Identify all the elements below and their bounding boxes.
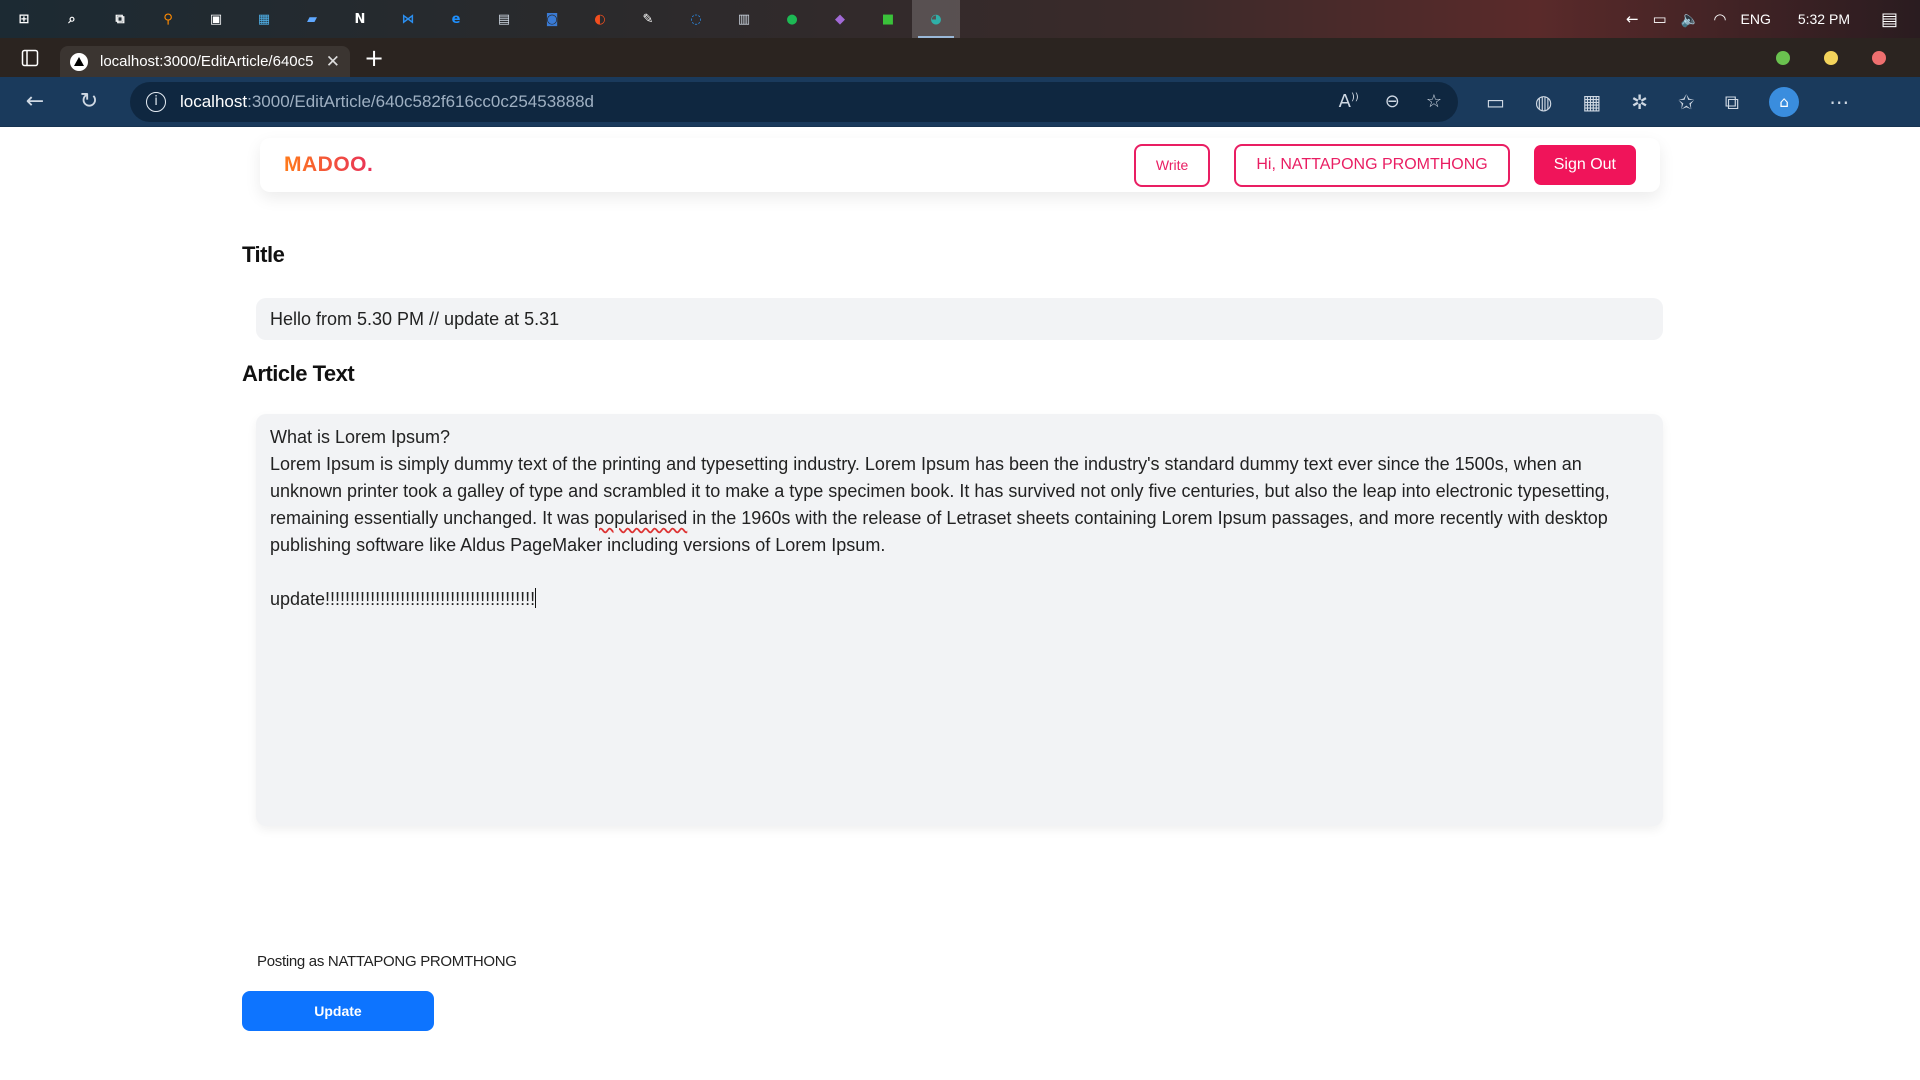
task-view-icon: ⧉	[115, 11, 125, 27]
site-header: MADOO. Write Hi, NATTAPONG PROMTHONG Sig…	[260, 138, 1660, 192]
taskbar-start-icon[interactable]: ⊞	[0, 0, 48, 38]
chevron-left-icon[interactable]: ←	[1626, 10, 1639, 28]
profile-avatar-icon[interactable]: ⌂	[1769, 86, 1800, 117]
update-text: update!!!!!!!!!!!!!!!!!!!!!!!!!!!!!!!!!!…	[270, 589, 536, 609]
editor-icon: ✎	[642, 11, 654, 27]
taskbar-notion-icon[interactable]: N	[336, 0, 384, 38]
text-heading: What is Lorem Ipsum?	[270, 427, 451, 447]
text-paragraph: Lorem Ipsum is simply dummy text of the …	[270, 451, 1649, 559]
write-button[interactable]: Write	[1133, 143, 1211, 187]
extension-app-icon[interactable]: ▦	[1582, 90, 1601, 114]
favorites-icon[interactable]: ✩	[1678, 90, 1695, 114]
notifications-icon[interactable]: ▤	[1881, 9, 1898, 30]
spotify-icon: ●	[786, 11, 798, 27]
taskbar-terminal2-icon[interactable]: ▤	[480, 0, 528, 38]
gamepad-icon: ◙	[545, 11, 559, 27]
calculator-icon: ▦	[257, 11, 271, 27]
window-dot-green[interactable]	[1776, 50, 1790, 65]
url-path: :3000/EditArticle/640c582f616cc0c2545388…	[247, 91, 594, 111]
line-icon: ■	[881, 11, 895, 27]
site-logo[interactable]: MADOO.	[284, 153, 373, 177]
taskbar-figma-icon[interactable]: ◐	[576, 0, 624, 38]
terminal-icon: ▣	[209, 11, 223, 27]
taskbar-apps: ⊞ ⌕ ⧉ ⚲ ▣ ▦ ▰ N ⋈ e ▤ ◙ ◐ ✎ ◌ ▥ ● ◆ ■ ◕	[0, 0, 960, 38]
taskbar-task-view-icon[interactable]: ⧉	[96, 0, 144, 38]
text-caret	[535, 588, 537, 608]
taskbar-visual-studio-icon[interactable]: ◆	[816, 0, 864, 38]
browser-tab-active[interactable]: localhost:3000/EditArticle/640c5 ✕	[60, 46, 350, 77]
taskbar-gamepad-icon[interactable]: ◙	[528, 0, 576, 38]
volume-icon[interactable]: 🔈	[1681, 10, 1700, 28]
misspelled-word: popularised	[594, 508, 688, 528]
title-input[interactable]: Hello from 5.30 PM // update at 5.31	[256, 298, 1663, 340]
browser-tab-strip: localhost:3000/EditArticle/640c5 ✕ +	[0, 38, 1920, 77]
nextjs-favicon-icon	[70, 52, 88, 71]
figma-icon: ◐	[594, 11, 606, 27]
battery-icon[interactable]: ▭	[1653, 10, 1667, 28]
sign-out-button[interactable]: Sign Out	[1533, 145, 1636, 185]
taskbar-folder-icon[interactable]: ▰	[288, 0, 336, 38]
wifi-icon[interactable]: ◠	[1713, 10, 1726, 28]
windows-taskbar: ⊞ ⌕ ⧉ ⚲ ▣ ▦ ▰ N ⋈ e ▤ ◙ ◐ ✎ ◌ ▥ ● ◆ ■ ◕ ← ▭ 🔈 ◠ ENG 5:32 PM…	[0, 0, 1920, 38]
taskbar-spotify-icon[interactable]: ●	[768, 0, 816, 38]
extensions-icon[interactable]: ✲	[1631, 90, 1648, 114]
read-aloud-icon[interactable]: A))	[1339, 91, 1359, 112]
text-update-line: update!!!!!!!!!!!!!!!!!!!!!!!!!!!!!!!!!!…	[270, 586, 1649, 613]
taskbar-terminal-icon[interactable]: ▣	[192, 0, 240, 38]
window-dot-yellow[interactable]	[1824, 50, 1838, 65]
search-app-icon: ⚲	[163, 11, 173, 27]
taskbar-editor-icon[interactable]: ✎	[624, 0, 672, 38]
title-label: Title	[242, 242, 285, 267]
taskbar-line-icon[interactable]: ■	[864, 0, 912, 38]
zoom-icon[interactable]: ⊖	[1385, 91, 1400, 112]
visual-studio-icon: ◆	[835, 11, 845, 27]
files-icon: ▥	[737, 11, 751, 27]
window-controls	[1776, 50, 1920, 65]
taskbar-search-app-icon[interactable]: ⚲	[144, 0, 192, 38]
tab-title: localhost:3000/EditArticle/640c5	[100, 53, 314, 70]
search-icon: ⌕	[68, 11, 76, 27]
vpn-globe-icon[interactable]: ◍	[1535, 90, 1552, 114]
update-button[interactable]: Update	[242, 991, 434, 1031]
add-favorite-icon[interactable]: ☆	[1426, 91, 1442, 112]
close-tab-icon[interactable]: ✕	[326, 52, 340, 72]
edge-icon: ◕	[930, 11, 942, 27]
taskbar-vscode-icon[interactable]: ⋈	[384, 0, 432, 38]
taskbar-files-icon[interactable]: ▥	[720, 0, 768, 38]
browser2-icon: ◌	[690, 11, 702, 27]
language-indicator[interactable]: ENG	[1741, 11, 1771, 27]
refresh-icon[interactable]: ↻	[62, 89, 116, 114]
url-host: localhost	[180, 91, 248, 111]
window-dot-red[interactable]	[1872, 50, 1886, 65]
new-tab-icon[interactable]: +	[364, 44, 384, 72]
article-text-label: Article Text	[242, 361, 355, 386]
edge-legacy-icon: e	[451, 11, 461, 27]
page-content: MADOO. Write Hi, NATTAPONG PROMTHONG Sig…	[0, 128, 1920, 1080]
start-icon: ⊞	[18, 11, 30, 27]
collections-icon[interactable]: ⧉	[1725, 90, 1739, 114]
tab-actions-icon[interactable]	[0, 49, 60, 67]
notion-icon: N	[354, 11, 366, 27]
posting-as-label: Posting as NATTAPONG PROMTHONG	[257, 953, 517, 970]
settings-more-icon[interactable]: ⋯	[1829, 90, 1849, 114]
taskbar-edge-icon[interactable]: ◕	[912, 0, 960, 38]
wallet-icon[interactable]: ▭	[1486, 90, 1505, 114]
back-icon[interactable]: ←	[8, 89, 62, 114]
clock[interactable]: 5:32 PM	[1798, 11, 1850, 27]
taskbar-search-icon[interactable]: ⌕	[48, 0, 96, 38]
site-info-icon[interactable]: i	[146, 91, 166, 112]
taskbar-calculator-icon[interactable]: ▦	[240, 0, 288, 38]
folder-icon: ▰	[307, 11, 317, 27]
user-greeting-button[interactable]: Hi, NATTAPONG PROMTHONG	[1234, 143, 1510, 187]
article-text-area[interactable]: What is Lorem Ipsum? Lorem Ipsum is simp…	[256, 414, 1663, 826]
vscode-icon: ⋈	[401, 11, 415, 27]
taskbar-browser2-icon[interactable]: ◌	[672, 0, 720, 38]
taskbar-edge-legacy-icon[interactable]: e	[432, 0, 480, 38]
terminal2-icon: ▤	[497, 11, 511, 27]
address-bar[interactable]: i localhost:3000/EditArticle/640c582f616…	[130, 81, 1458, 122]
system-tray: ← ▭ 🔈 ◠ ENG 5:32 PM ▤	[1619, 0, 1920, 38]
browser-toolbar: ← ↻ i localhost:3000/EditArticle/640c582…	[0, 77, 1920, 127]
